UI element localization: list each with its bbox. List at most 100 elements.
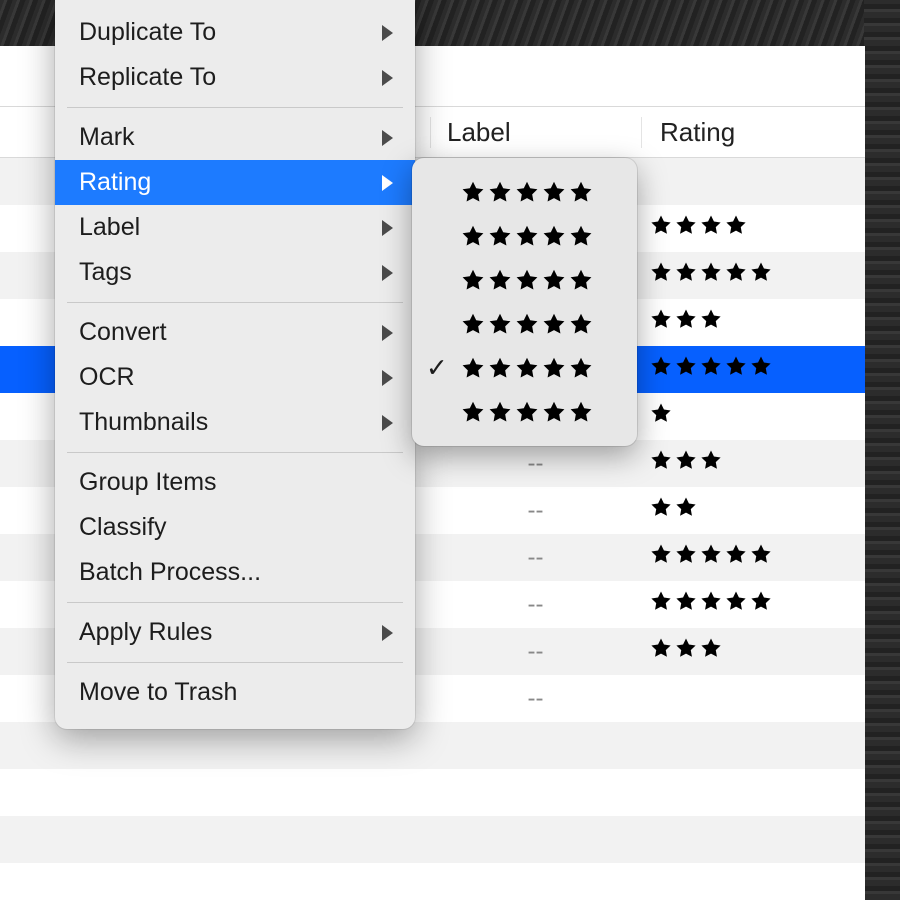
star-filled-icon bbox=[699, 307, 723, 331]
star-rating bbox=[460, 311, 594, 337]
star-filled-icon bbox=[487, 355, 513, 381]
column-header-rating[interactable]: Rating bbox=[641, 117, 851, 148]
star-empty-icon bbox=[514, 267, 540, 293]
row-rating-cell bbox=[641, 542, 851, 573]
star-empty-icon bbox=[460, 179, 486, 205]
menu-item-label: Rating bbox=[79, 168, 151, 197]
star-empty-icon bbox=[541, 179, 567, 205]
row-label-cell: -- bbox=[430, 591, 641, 619]
menu-replicate-to[interactable]: Replicate To bbox=[55, 55, 415, 100]
row-rating-cell bbox=[641, 636, 851, 667]
star-rating bbox=[460, 179, 594, 205]
star-filled-icon bbox=[699, 354, 723, 378]
star-filled-icon bbox=[487, 399, 513, 425]
menu-apply-rules[interactable]: Apply Rules bbox=[55, 610, 415, 655]
table-row[interactable] bbox=[0, 769, 865, 816]
star-filled-icon bbox=[674, 260, 698, 284]
star-rating bbox=[460, 223, 594, 249]
menu-tags[interactable]: Tags bbox=[55, 250, 415, 295]
row-rating-cell bbox=[641, 213, 851, 244]
row-rating-cell bbox=[641, 448, 851, 479]
row-rating-cell bbox=[641, 260, 851, 291]
star-filled-icon bbox=[649, 307, 673, 331]
star-filled-icon bbox=[649, 213, 673, 237]
star-filled-icon bbox=[724, 589, 748, 613]
star-filled-icon bbox=[514, 355, 540, 381]
menu-thumbnails[interactable]: Thumbnails bbox=[55, 400, 415, 445]
rating-option-1[interactable]: ✓ bbox=[412, 214, 637, 258]
row-label-cell: -- bbox=[430, 638, 641, 666]
star-empty-icon bbox=[749, 354, 773, 378]
star-filled-icon bbox=[699, 589, 723, 613]
star-filled-icon bbox=[699, 542, 723, 566]
star-filled-icon bbox=[724, 354, 748, 378]
context-menu[interactable]: Duplicate To Replicate To Mark Rating Label T… bbox=[55, 0, 415, 729]
star-empty-icon bbox=[568, 223, 594, 249]
star-filled-icon bbox=[514, 399, 540, 425]
row-rating-cell bbox=[641, 589, 851, 620]
menu-classify[interactable]: Classify bbox=[55, 505, 415, 550]
menu-convert[interactable]: Convert bbox=[55, 310, 415, 355]
row-rating-cell bbox=[641, 307, 851, 338]
star-filled-icon bbox=[649, 636, 673, 660]
star-filled-icon bbox=[460, 223, 486, 249]
menu-label[interactable]: Label bbox=[55, 205, 415, 250]
menu-group-items[interactable]: Group Items bbox=[55, 460, 415, 505]
star-filled-icon bbox=[674, 636, 698, 660]
menu-rating[interactable]: Rating bbox=[55, 160, 415, 205]
menu-separator bbox=[67, 662, 403, 663]
star-empty-icon bbox=[514, 223, 540, 249]
table-row[interactable] bbox=[0, 722, 865, 769]
star-filled-icon bbox=[749, 542, 773, 566]
menu-item-label: Label bbox=[79, 213, 140, 242]
menu-item-label: Move to Trash bbox=[79, 678, 237, 707]
star-rating bbox=[649, 307, 723, 331]
star-filled-icon bbox=[649, 589, 673, 613]
rating-submenu[interactable]: ✓✓✓✓✓✓ bbox=[412, 158, 637, 446]
menu-item-label: Classify bbox=[79, 513, 167, 542]
menu-item-label: Mark bbox=[79, 123, 135, 152]
star-filled-icon bbox=[674, 495, 698, 519]
rating-option-3[interactable]: ✓ bbox=[412, 302, 637, 346]
menu-separator bbox=[67, 602, 403, 603]
rating-option-2[interactable]: ✓ bbox=[412, 258, 637, 302]
star-filled-icon bbox=[460, 355, 486, 381]
star-filled-icon bbox=[514, 311, 540, 337]
row-rating-cell bbox=[641, 401, 851, 432]
row-label-cell: -- bbox=[430, 450, 641, 478]
star-empty-icon bbox=[541, 311, 567, 337]
menu-item-label: Batch Process... bbox=[79, 558, 261, 587]
menu-item-label: Convert bbox=[79, 318, 167, 347]
star-rating bbox=[649, 636, 723, 660]
menu-batch-process[interactable]: Batch Process... bbox=[55, 550, 415, 595]
star-empty-icon bbox=[568, 179, 594, 205]
row-rating-cell bbox=[641, 495, 851, 526]
menu-ocr[interactable]: OCR bbox=[55, 355, 415, 400]
window-background-side bbox=[864, 0, 900, 900]
star-empty-icon bbox=[487, 223, 513, 249]
star-rating bbox=[460, 355, 594, 381]
menu-duplicate-to[interactable]: Duplicate To bbox=[55, 10, 415, 55]
menu-item-label: Tags bbox=[79, 258, 132, 287]
star-filled-icon bbox=[649, 401, 673, 425]
rating-option-0[interactable]: ✓ bbox=[412, 170, 637, 214]
check-icon: ✓ bbox=[426, 353, 448, 384]
star-filled-icon bbox=[749, 589, 773, 613]
menu-item-label: Duplicate To bbox=[79, 18, 216, 47]
menu-move-to-trash[interactable]: Move to Trash bbox=[55, 670, 415, 715]
rating-option-4[interactable]: ✓ bbox=[412, 346, 637, 390]
table-row[interactable] bbox=[0, 816, 865, 863]
star-rating bbox=[649, 495, 698, 519]
star-rating bbox=[649, 213, 748, 237]
star-rating bbox=[649, 260, 773, 284]
star-filled-icon bbox=[649, 448, 673, 472]
column-header-label[interactable]: Label bbox=[430, 117, 641, 148]
menu-mark[interactable]: Mark bbox=[55, 115, 415, 160]
star-filled-icon bbox=[649, 542, 673, 566]
star-filled-icon bbox=[460, 399, 486, 425]
rating-option-5[interactable]: ✓ bbox=[412, 390, 637, 434]
star-empty-icon bbox=[541, 267, 567, 293]
star-filled-icon bbox=[460, 267, 486, 293]
star-empty-icon bbox=[568, 267, 594, 293]
star-filled-icon bbox=[724, 213, 748, 237]
